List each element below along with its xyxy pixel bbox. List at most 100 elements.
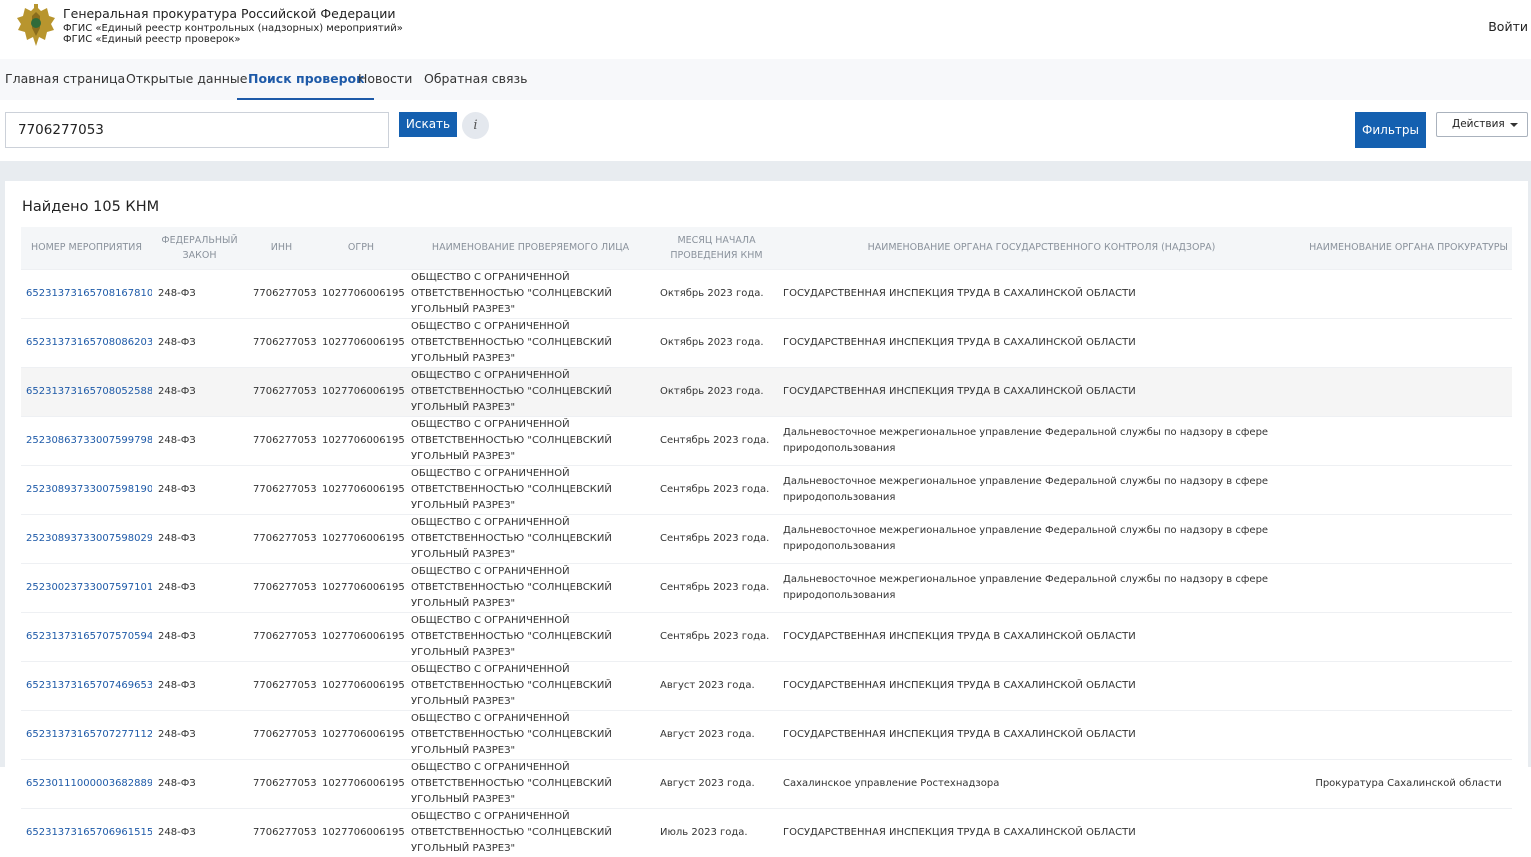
cell-prosecutor: [1305, 366, 1512, 416]
cell-law: 248-ФЗ: [152, 807, 247, 857]
cell-ogrn: 1027706006195: [316, 562, 406, 612]
table-header-row: Номер мероприятия Федеральный закон ИНН …: [21, 227, 1512, 269]
col-header-prosecutor[interactable]: Наименование органа прокуратуры: [1305, 227, 1512, 269]
cell-authority: Дальневосточное межрегиональное управлен…: [778, 513, 1305, 563]
cell-prosecutor: [1305, 807, 1512, 857]
site-subtitle-knm: ФГИС «Единый реестр контрольных (надзорн…: [63, 22, 403, 34]
search-bar: 7706277053 Искать i Фильтры Действия: [0, 100, 1531, 161]
cell-entity: ОБЩЕСТВО С ОГРАНИЧЕННОЙ ОТВЕТСТВЕННОСТЬЮ…: [406, 415, 655, 465]
knm-number-link[interactable]: 25230863733007599798: [26, 435, 152, 446]
table-row[interactable]: 65231373165706961515 248-ФЗ 7706277053 1027…: [21, 807, 1512, 857]
site-title: Генеральная прокуратура Российской Федер…: [63, 6, 396, 21]
nav-item-search-checks[interactable]: Поиск проверок: [237, 59, 374, 100]
filters-button[interactable]: Фильтры: [1355, 112, 1426, 148]
cell-inn: 7706277053: [247, 268, 316, 318]
cell-authority: ГОСУДАРСТВЕННАЯ ИНСПЕКЦИЯ ТРУДА В САХАЛИ…: [778, 366, 1305, 416]
table-row[interactable]: 65231373165707277112 248-ФЗ 7706277053 1027…: [21, 709, 1512, 759]
knm-number-link[interactable]: 25230893733007598029: [26, 533, 152, 544]
cell-number: 65231373165708086203: [21, 317, 152, 367]
table-row[interactable]: 65231373165708086203 248-ФЗ 7706277053 1027…: [21, 317, 1512, 367]
cell-month: Сентябрь 2023 года.: [655, 611, 778, 661]
cell-entity: ОБЩЕСТВО С ОГРАНИЧЕННОЙ ОТВЕТСТВЕННОСТЬЮ…: [406, 611, 655, 661]
nav-item-feedback[interactable]: Обратная связь: [424, 59, 528, 100]
cell-entity: ОБЩЕСТВО С ОГРАНИЧЕННОЙ ОТВЕТСТВЕННОСТЬЮ…: [406, 709, 655, 759]
table-row[interactable]: 25230863733007599798 248-ФЗ 7706277053 1027…: [21, 415, 1512, 465]
cell-number: 65231373165707469653: [21, 660, 152, 710]
cell-number: 25230863733007599798: [21, 415, 152, 465]
cell-ogrn: 1027706006195: [316, 660, 406, 710]
search-input[interactable]: 7706277053: [5, 112, 389, 148]
cell-entity: ОБЩЕСТВО С ОГРАНИЧЕННОЙ ОТВЕТСТВЕННОСТЬЮ…: [406, 807, 655, 857]
cell-inn: 7706277053: [247, 611, 316, 661]
col-header-entity[interactable]: Наименование проверяемого лица: [406, 227, 655, 269]
main-nav: Главная страница Открытые данные Поиск п…: [0, 59, 1531, 100]
cell-inn: 7706277053: [247, 807, 316, 857]
cell-number: 25230893733007598190: [21, 464, 152, 514]
search-button[interactable]: Искать: [399, 112, 457, 137]
table-row[interactable]: 65230111000003682889 248-ФЗ 7706277053 1027…: [21, 758, 1512, 808]
knm-number-link[interactable]: 65231373165706961515: [26, 827, 152, 838]
cell-number: 65231373165707277112: [21, 709, 152, 759]
table-row[interactable]: 65231373165708167810 248-ФЗ 7706277053 1027…: [21, 268, 1512, 318]
cell-month: Октябрь 2023 года.: [655, 366, 778, 416]
info-icon[interactable]: i: [462, 112, 489, 139]
cell-authority: ГОСУДАРСТВЕННАЯ ИНСПЕКЦИЯ ТРУДА В САХАЛИ…: [778, 807, 1305, 857]
cell-prosecutor: [1305, 317, 1512, 367]
cell-authority: Дальневосточное межрегиональное управлен…: [778, 415, 1305, 465]
login-link[interactable]: Войти: [1488, 19, 1528, 34]
cell-month: Август 2023 года.: [655, 660, 778, 710]
col-header-month[interactable]: Месяц начала проведения КНМ: [655, 227, 778, 269]
col-header-law[interactable]: Федеральный закон: [152, 227, 247, 269]
table-row[interactable]: 25230023733007597101 248-ФЗ 7706277053 1027…: [21, 562, 1512, 612]
cell-entity: ОБЩЕСТВО С ОГРАНИЧЕННОЙ ОТВЕТСТВЕННОСТЬЮ…: [406, 366, 655, 416]
knm-number-link[interactable]: 25230893733007598190: [26, 484, 152, 495]
cell-inn: 7706277053: [247, 709, 316, 759]
cell-prosecutor: Прокуратура Сахалинской области: [1305, 758, 1512, 808]
table-row[interactable]: 25230893733007598029 248-ФЗ 7706277053 1027…: [21, 513, 1512, 563]
cell-prosecutor: [1305, 562, 1512, 612]
cell-authority: ГОСУДАРСТВЕННАЯ ИНСПЕКЦИЯ ТРУДА В САХАЛИ…: [778, 317, 1305, 367]
knm-number-link[interactable]: 65231373165708086203: [26, 337, 152, 348]
cell-number: 65231373165708167810: [21, 268, 152, 318]
cell-inn: 7706277053: [247, 562, 316, 612]
cell-inn: 7706277053: [247, 317, 316, 367]
knm-number-link[interactable]: 65231373165707469653: [26, 680, 152, 691]
cell-authority: Дальневосточное межрегиональное управлен…: [778, 464, 1305, 514]
col-header-number[interactable]: Номер мероприятия: [21, 227, 152, 269]
table-row[interactable]: 25230893733007598190 248-ФЗ 7706277053 1027…: [21, 464, 1512, 514]
cell-month: Август 2023 года.: [655, 758, 778, 808]
col-header-ogrn[interactable]: ОГРН: [316, 227, 406, 269]
cell-authority: Дальневосточное межрегиональное управлен…: [778, 562, 1305, 612]
cell-month: Сентябрь 2023 года.: [655, 513, 778, 563]
coat-of-arms-icon[interactable]: [14, 2, 58, 50]
actions-dropdown[interactable]: Действия: [1436, 112, 1528, 137]
table-row[interactable]: 65231373165707570594 248-ФЗ 7706277053 1027…: [21, 611, 1512, 661]
cell-law: 248-ФЗ: [152, 366, 247, 416]
cell-law: 248-ФЗ: [152, 709, 247, 759]
col-header-inn[interactable]: ИНН: [247, 227, 316, 269]
knm-number-link[interactable]: 65231373165708052588: [26, 386, 152, 397]
nav-item-news[interactable]: Новости: [358, 59, 412, 100]
col-header-authority[interactable]: Наименование органа государственного кон…: [778, 227, 1305, 269]
knm-number-link[interactable]: 25230023733007597101: [26, 582, 152, 593]
cell-number: 25230893733007598029: [21, 513, 152, 563]
cell-entity: ОБЩЕСТВО С ОГРАНИЧЕННОЙ ОТВЕТСТВЕННОСТЬЮ…: [406, 513, 655, 563]
cell-ogrn: 1027706006195: [316, 807, 406, 857]
nav-item-open-data[interactable]: Открытые данные: [126, 59, 248, 100]
cell-law: 248-ФЗ: [152, 464, 247, 514]
cell-inn: 7706277053: [247, 660, 316, 710]
knm-number-link[interactable]: 65230111000003682889: [26, 778, 152, 789]
cell-entity: ОБЩЕСТВО С ОГРАНИЧЕННОЙ ОТВЕТСТВЕННОСТЬЮ…: [406, 268, 655, 318]
cell-ogrn: 1027706006195: [316, 268, 406, 318]
knm-number-link[interactable]: 65231373165708167810: [26, 288, 152, 299]
table-row[interactable]: 65231373165708052588 248-ФЗ 7706277053 1027…: [21, 366, 1512, 416]
table-row[interactable]: 65231373165707469653 248-ФЗ 7706277053 1027…: [21, 660, 1512, 710]
nav-item-home[interactable]: Главная страница: [5, 59, 125, 100]
cell-inn: 7706277053: [247, 366, 316, 416]
results-count: Найдено 105 КНМ: [22, 199, 160, 215]
cell-ogrn: 1027706006195: [316, 709, 406, 759]
knm-number-link[interactable]: 65231373165707277112: [26, 729, 152, 740]
cell-ogrn: 1027706006195: [316, 464, 406, 514]
cell-entity: ОБЩЕСТВО С ОГРАНИЧЕННОЙ ОТВЕТСТВЕННОСТЬЮ…: [406, 317, 655, 367]
knm-number-link[interactable]: 65231373165707570594: [26, 631, 152, 642]
